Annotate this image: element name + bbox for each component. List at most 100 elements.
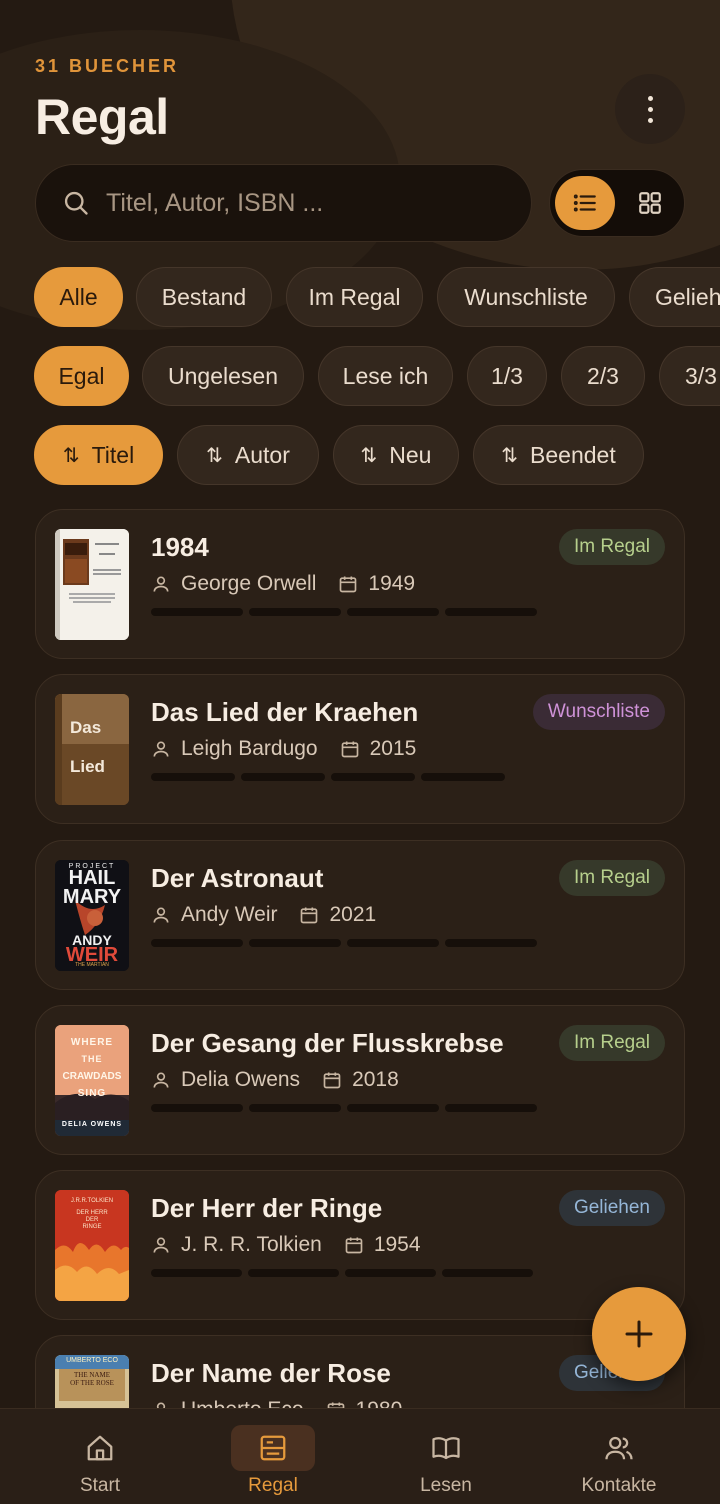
filter-im-regal[interactable]: Im Regal [286,267,423,327]
cover-text: RINGE [82,1224,102,1230]
person-icon [153,741,169,757]
sort-autor[interactable]: ⇅ Autor [177,425,319,485]
overflow-menu-button[interactable] [615,74,685,144]
filter-lese-ich[interactable]: Lese ich [318,346,453,406]
book-cover: Das Lied [55,694,129,805]
sort-icon: ⇅ [62,444,80,467]
contacts-icon [605,1436,633,1460]
more-vertical-icon-dot [647,117,653,123]
nav-lesen[interactable]: Lesen [356,1409,536,1504]
page-title: Regal [35,89,169,145]
cover-text: Das [70,718,102,737]
reading-progress [151,608,537,616]
nav-kontakte[interactable]: Kontakte [529,1409,709,1504]
book-author: J. R. R. Tolkien [181,1233,322,1256]
book-count: 31 BUECHER [35,56,180,76]
nav-lesen-label: Lesen [420,1475,472,1496]
book-year: 2021 [329,903,377,926]
filter-1-3[interactable]: 1/3 [467,346,547,406]
filter-ungelesen[interactable]: Ungelesen [142,346,304,406]
sort-titel[interactable]: ⇅ Titel [34,425,163,485]
book-cover: WHERE THE CRAWDADS SING DELIA OWENS [55,1025,129,1136]
cover-text: CRAWDADS [62,1071,122,1082]
filter-2-3[interactable]: 2/3 [561,346,645,406]
more-vertical-icon-dot [647,106,653,112]
list-view-button[interactable] [555,176,615,230]
book-card[interactable]: J.R.R.TOLKIEN DER HERR DER RINGE Der Her… [35,1170,685,1320]
calendar-icon [340,576,357,593]
cover-text: DER [85,1217,99,1223]
reading-progress [151,939,537,947]
book-cover [55,529,129,640]
book-title: Der Gesang der Flusskrebse [151,1028,504,1058]
sort-icon: ⇅ [360,444,378,467]
cover-text: MARY [62,886,122,908]
calendar-icon [301,907,318,924]
filter-wunschliste[interactable]: Wunschliste [437,267,615,327]
cover-text: THE MARTIAN [75,962,109,968]
person-icon [153,1237,169,1253]
reading-progress [151,1269,533,1277]
home-icon [87,1435,113,1461]
sort-neu[interactable]: ⇅ Neu [333,425,459,485]
book-open-icon [432,1437,460,1460]
search-input[interactable] [106,188,506,218]
cover-text: SING [77,1088,107,1099]
add-book-button[interactable] [592,1287,686,1381]
book-card[interactable]: Das Lied Das Lied der Kraehen Leigh Bard… [35,674,685,824]
nav-start[interactable]: Start [10,1409,190,1504]
cover-text: THE NAME [74,1371,110,1379]
more-vertical-icon [647,95,653,101]
plus-icon [625,1320,653,1348]
filter-geliehen[interactable]: Gelieh [629,267,720,327]
book-meta: Delia Owens 2018 [151,1068,399,1092]
bookshelf-screen: 31 BUECHER Regal Alle Bestand Im Regal W… [0,0,720,1504]
reading-progress [151,773,505,781]
filter-alle[interactable]: Alle [34,267,123,327]
book-card[interactable]: WHERE THE CRAWDADS SING DELIA OWENS Der … [35,1005,685,1155]
grid-view-button[interactable] [620,176,680,230]
book-year: 1949 [368,572,416,595]
book-author: Leigh Bardugo [181,737,318,760]
list-icon [573,194,596,212]
status-badge: Im Regal [558,529,665,565]
book-title: 1984 [151,532,209,562]
book-author: George Orwell [181,572,317,595]
nav-regal[interactable]: Regal [183,1409,363,1504]
nav-start-label: Start [79,1475,121,1496]
sort-icon: ⇅ [206,444,223,467]
nav-kontakte-label: Kontakte [581,1475,657,1496]
filter-3-3[interactable]: 3/3 [659,346,720,406]
status-filter-row: Alle Bestand Im Regal Wunschliste Gelieh [0,267,720,327]
sort-neu-label: Neu [389,441,432,468]
sort-beendet[interactable]: ⇅ Beendet [473,425,644,485]
search-bar[interactable] [35,164,532,242]
view-toggle [549,169,685,237]
filter-egal[interactable]: Egal [34,346,129,406]
book-year: 2018 [352,1068,399,1091]
book-author: Delia Owens [181,1068,301,1091]
status-badge: Im Regal [558,860,665,896]
filter-bestand[interactable]: Bestand [136,267,272,327]
book-title: Das Lied der Kraehen [151,697,419,727]
status-badge: Im Regal [558,1025,665,1061]
book-card[interactable]: PROJECT HAIL MARY ANDY WEIR THE MARTIAN … [35,840,685,990]
calendar-icon [345,1237,363,1254]
book-author: Andy Weir [181,903,278,926]
book-year: 1954 [373,1233,421,1256]
person-icon [153,1072,169,1088]
sort-beendet-label: Beendet [530,441,616,468]
book-cover: PROJECT HAIL MARY ANDY WEIR THE MARTIAN [55,860,129,971]
book-meta: George Orwell 1949 [151,572,415,596]
shelf-icon [260,1435,286,1461]
sort-titel-label: Titel [91,441,135,468]
calendar-icon [323,1072,341,1089]
person-icon [153,907,169,923]
book-meta: Leigh Bardugo 2015 [151,737,416,761]
cover-text: Lied [70,757,105,776]
book-card[interactable]: 1984 George Orwell 1949 Im Regal [35,509,685,659]
bottom-navigation: Start Regal Lesen Kontakte [0,1408,720,1504]
book-cover: J.R.R.TOLKIEN DER HERR DER RINGE [55,1190,129,1301]
grid-icon [639,192,661,214]
cover-text: THE [81,1054,103,1064]
